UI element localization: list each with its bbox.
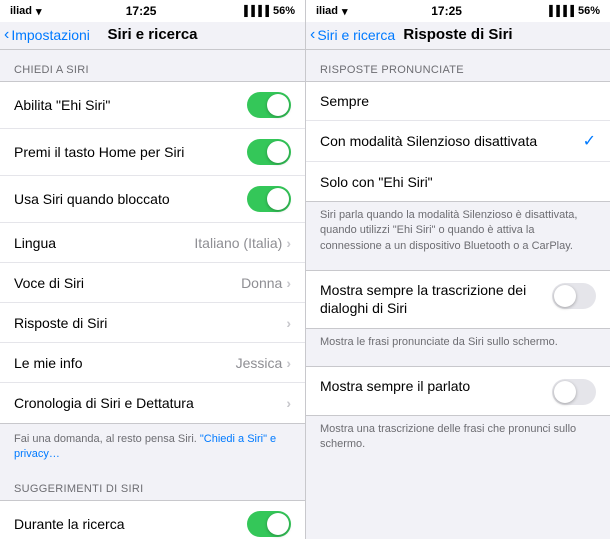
chevron-right-icon-responses: ›	[286, 315, 291, 331]
chevron-right-icon-history: ›	[286, 395, 291, 411]
wifi-icon-right: ▾	[342, 5, 348, 18]
row-label-transcription: Mostra sempre la trascrizione dei dialog…	[320, 281, 544, 317]
row-hey-siri-only[interactable]: Solo con "Ehi Siri"	[306, 162, 610, 202]
row-value-language: Italiano (Italia)	[194, 235, 282, 251]
section-header-suggestions: SUGGERIMENTI DI SIRI	[0, 469, 305, 500]
spoken-text-row[interactable]: Mostra sempre il parlato	[306, 366, 610, 416]
settings-group-suggestions: Durante la ricerca Nel blocco schermo Su…	[0, 500, 305, 539]
time-right: 17:25	[431, 4, 462, 18]
row-label-always: Sempre	[320, 93, 596, 109]
chevron-right-icon-voice: ›	[286, 275, 291, 291]
row-language[interactable]: Lingua Italiano (Italia) ›	[0, 223, 305, 263]
right-screen: iliad ▾ 17:25 ▐▐▐▐ 56% ‹ Siri e ricerca …	[305, 0, 610, 539]
status-bar-left-left: iliad ▾	[10, 5, 42, 18]
back-label-right[interactable]: Siri e ricerca	[317, 27, 395, 43]
toggle-spoken-text[interactable]	[552, 379, 596, 405]
row-label-siri-responses: Risposte di Siri	[14, 315, 286, 331]
status-bar-right-left: iliad ▾	[316, 5, 348, 18]
row-label-history: Cronologia di Siri e Dettatura	[14, 395, 286, 411]
left-screen: iliad ▾ 17:25 ▐▐▐▐ 56% ‹ Impostazioni Si…	[0, 0, 305, 539]
row-my-info[interactable]: Le mie info Jessica ›	[0, 343, 305, 383]
toggle-transcription[interactable]	[552, 283, 596, 309]
section-header-spoken: RISPOSTE PRONUNCIATE	[306, 50, 610, 81]
spoken-group: Sempre Con modalità Silenzioso disattiva…	[306, 81, 610, 202]
row-siri-responses[interactable]: Risposte di Siri ›	[0, 303, 305, 343]
row-label-hey-siri-only: Solo con "Ehi Siri"	[320, 174, 596, 190]
status-bar-left-right: ▐▐▐▐ 56%	[241, 5, 295, 17]
toggle-hey-siri[interactable]	[247, 92, 291, 118]
back-button-right[interactable]: ‹ Siri e ricerca	[310, 26, 395, 44]
row-home-button[interactable]: Premi il tasto Home per Siri	[0, 129, 305, 176]
back-label-left[interactable]: Impostazioni	[11, 27, 90, 43]
toggle-locked-siri[interactable]	[247, 186, 291, 212]
row-label-my-info: Le mie info	[14, 355, 236, 371]
battery-right: 56%	[578, 5, 600, 17]
row-label-during-search: Durante la ricerca	[14, 516, 247, 532]
row-history[interactable]: Cronologia di Siri e Dettatura ›	[0, 383, 305, 423]
status-bar-right-right: ▐▐▐▐ 56%	[546, 5, 600, 17]
row-label-language: Lingua	[14, 235, 194, 251]
row-value-my-info: Jessica	[236, 355, 283, 371]
row-locked-siri[interactable]: Usa Siri quando bloccato	[0, 176, 305, 223]
status-bar-left: iliad ▾ 17:25 ▐▐▐▐ 56%	[0, 0, 305, 22]
row-during-search[interactable]: Durante la ricerca	[0, 501, 305, 539]
transcription-row[interactable]: Mostra sempre la trascrizione dei dialog…	[306, 270, 610, 328]
page-title-right: Risposte di Siri	[403, 26, 512, 43]
row-siri-voice[interactable]: Voce di Siri Donna ›	[0, 263, 305, 303]
row-hey-siri[interactable]: Abilita "Ehi Siri"	[0, 82, 305, 129]
settings-group-ask-siri: Abilita "Ehi Siri" Premi il tasto Home p…	[0, 81, 305, 424]
nav-bar-right: ‹ Siri e ricerca Risposte di Siri	[306, 22, 610, 50]
section-header-ask-siri: CHIEDI A SIRI	[0, 50, 305, 81]
footer-text-left: Fai una domanda, al resto pensa Siri.	[14, 433, 200, 445]
signal-icon-left: ▐▐▐▐	[241, 6, 269, 17]
back-button-left[interactable]: ‹ Impostazioni	[4, 26, 90, 44]
time-left: 17:25	[126, 4, 157, 18]
row-label-home-button: Premi il tasto Home per Siri	[14, 144, 247, 160]
chevron-left-icon: ‹	[4, 26, 9, 44]
page-title-left: Siri e ricerca	[107, 26, 197, 43]
row-always[interactable]: Sempre	[306, 81, 610, 121]
toggle-during-search[interactable]	[247, 511, 291, 537]
carrier-left: iliad	[10, 5, 32, 17]
description-spoken-text: Mostra una trascrizione delle frasi che …	[306, 416, 610, 461]
row-label-silent-off: Con modalità Silenzioso disattivata	[320, 133, 583, 149]
row-label-hey-siri: Abilita "Ehi Siri"	[14, 97, 247, 113]
checkmark-icon: ✓	[583, 131, 596, 151]
toggle-home-button[interactable]	[247, 139, 291, 165]
description-spoken: Siri parla quando la modalità Silenzioso…	[306, 202, 610, 262]
footer-ask-siri: Fai una domanda, al resto pensa Siri. "C…	[0, 424, 305, 469]
row-label-siri-voice: Voce di Siri	[14, 275, 241, 291]
row-label-locked-siri: Usa Siri quando bloccato	[14, 191, 247, 207]
description-transcription: Mostra le frasi pronunciate da Siri sull…	[306, 329, 610, 358]
nav-bar-left: ‹ Impostazioni Siri e ricerca	[0, 22, 305, 50]
battery-left: 56%	[273, 5, 295, 17]
signal-icon-right: ▐▐▐▐	[546, 6, 574, 17]
carrier-right: iliad	[316, 5, 338, 17]
status-bar-right: iliad ▾ 17:25 ▐▐▐▐ 56%	[306, 0, 610, 22]
row-label-spoken-text: Mostra sempre il parlato	[320, 377, 544, 395]
row-value-siri-voice: Donna	[241, 275, 282, 291]
chevron-right-icon-language: ›	[286, 235, 291, 251]
chevron-left-icon-right: ‹	[310, 26, 315, 44]
row-silent-off[interactable]: Con modalità Silenzioso disattivata ✓	[306, 121, 610, 162]
wifi-icon: ▾	[36, 5, 42, 18]
right-content: RISPOSTE PRONUNCIATE Sempre Con modalità…	[306, 50, 610, 539]
left-content: CHIEDI A SIRI Abilita "Ehi Siri" Premi i…	[0, 50, 305, 539]
chevron-right-icon-info: ›	[286, 355, 291, 371]
